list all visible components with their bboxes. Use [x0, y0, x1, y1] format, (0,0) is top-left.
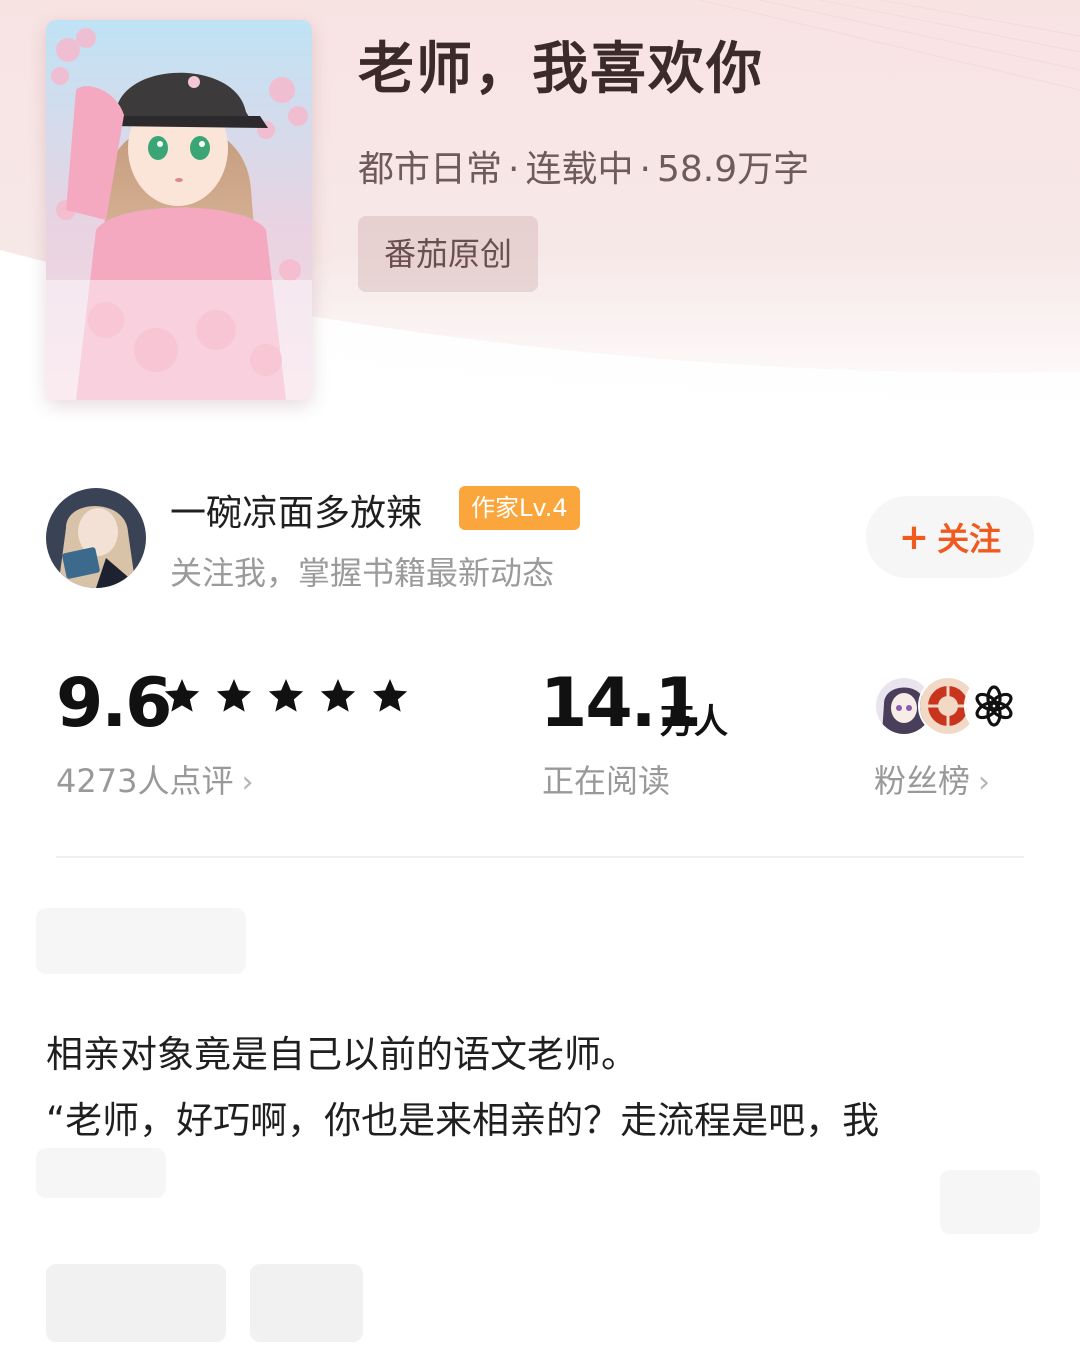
- book-meta: 都市日常 · 连载中 · 58.9万字: [358, 140, 809, 192]
- book-genre: 都市日常: [358, 149, 503, 190]
- author-level-badge: 作家Lv.4: [459, 486, 580, 530]
- fans-label: 粉丝榜: [874, 762, 971, 800]
- fans-ranking-link[interactable]: 粉丝榜 ›: [874, 756, 990, 802]
- plus-icon: +: [898, 516, 930, 558]
- book-word-count: 58.9万字: [656, 149, 810, 190]
- author-name[interactable]: 一碗凉面多放辣: [170, 484, 422, 536]
- readers-label: 正在阅读: [542, 762, 671, 800]
- book-cover[interactable]: [46, 20, 312, 400]
- loading-placeholder: [36, 1148, 166, 1198]
- book-status: 连载中: [525, 149, 634, 190]
- rating-score: 9.6: [56, 664, 172, 743]
- author-subtitle: 关注我，掌握书籍最新动态: [170, 554, 555, 592]
- tag-placeholder: [46, 1264, 226, 1342]
- star-icon: [164, 679, 200, 712]
- synopsis-line: 相亲对象竟是自己以前的语文老师。: [46, 1033, 638, 1076]
- chevron-right-icon: ›: [978, 765, 991, 800]
- tag-placeholder: [250, 1264, 363, 1342]
- chevron-right-icon: ›: [241, 765, 254, 800]
- star-icon: [268, 679, 304, 712]
- star-icon: [372, 679, 408, 712]
- book-title: 老师，我喜欢你: [358, 37, 764, 102]
- divider: [56, 856, 1024, 858]
- fan-avatar: [964, 676, 1024, 736]
- meta-separator: ·: [508, 149, 520, 190]
- rating-stars: [162, 676, 410, 716]
- rating-count-link[interactable]: 4273人点评 ›: [56, 756, 253, 802]
- star-icon: [320, 679, 356, 712]
- star-icon: [216, 679, 252, 712]
- loading-placeholder: [940, 1170, 1040, 1234]
- follow-button[interactable]: + 关注: [866, 496, 1034, 578]
- book-synopsis[interactable]: 相亲对象竟是自己以前的语文老师。 “老师，好巧啊，你也是来相亲的？走流程是吧，我: [46, 1022, 1036, 1154]
- source-tag[interactable]: 番茄原创: [358, 216, 538, 292]
- readers-unit: 万人: [660, 702, 728, 742]
- meta-separator: ·: [639, 149, 651, 190]
- fans-avatars[interactable]: [874, 676, 1024, 736]
- synopsis-line: “老师，好巧啊，你也是来相亲的？走流程是吧，我: [46, 1099, 880, 1142]
- rating-count: 4273人点评: [56, 762, 234, 800]
- follow-label: 关注: [937, 520, 1002, 558]
- author-avatar[interactable]: [46, 488, 146, 588]
- loading-placeholder: [36, 908, 246, 974]
